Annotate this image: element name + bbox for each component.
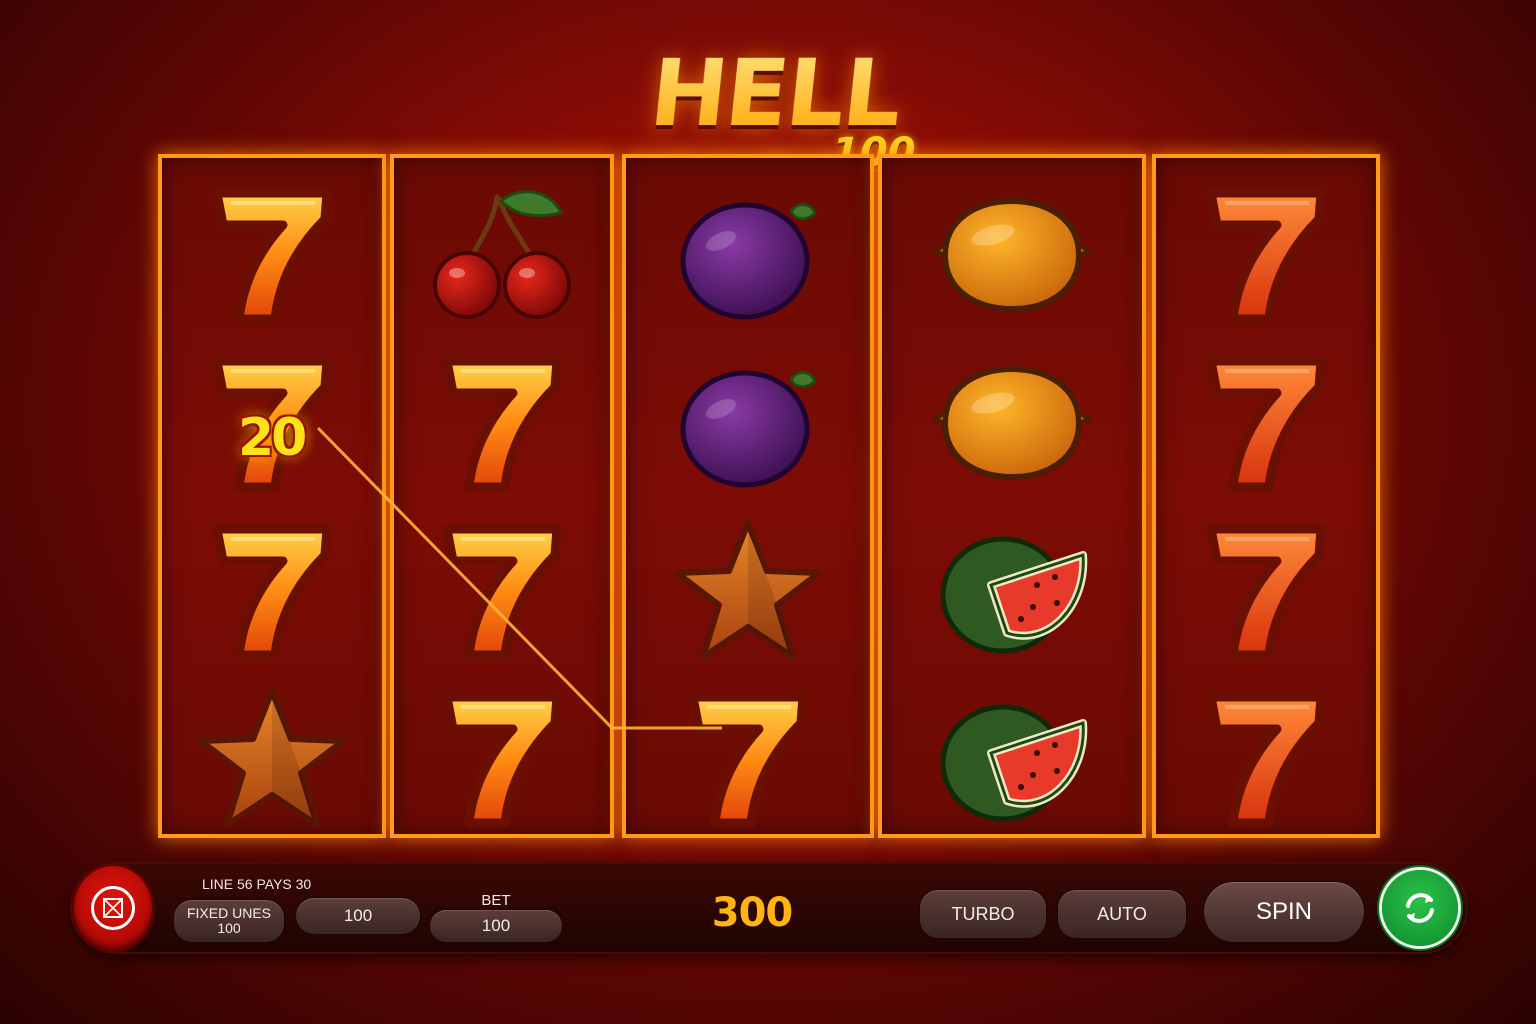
seven-fire-icon	[197, 179, 347, 329]
seven-red-icon	[1191, 347, 1341, 497]
reel-cell	[162, 674, 382, 842]
lemon-icon	[930, 179, 1094, 329]
fixed-lines-button[interactable]: FIXED UNES 100	[174, 900, 284, 942]
seven-red-icon	[1191, 179, 1341, 329]
fixed-lines-value: 100	[217, 920, 241, 936]
seven-fire-icon	[427, 515, 577, 665]
spin-label: SPIN	[1255, 898, 1312, 925]
reel-cell	[394, 338, 610, 506]
seven-fire-icon	[673, 683, 823, 833]
reel-1	[158, 154, 386, 838]
seven-fire-icon	[427, 347, 577, 497]
lines-value-field[interactable]: 100	[296, 898, 420, 934]
reel-2	[390, 154, 614, 838]
auto-button[interactable]: AUTO	[1058, 890, 1186, 938]
spin-button[interactable]: SPIN	[1204, 882, 1364, 942]
plum-icon	[673, 179, 823, 329]
seven-red-icon	[1191, 515, 1341, 665]
reel-cell	[394, 170, 610, 338]
stop-icon	[91, 886, 135, 930]
reel-cell	[626, 674, 870, 842]
reel-cell	[162, 170, 382, 338]
stop-button[interactable]	[74, 866, 152, 950]
star-icon	[197, 683, 347, 833]
reel-cell	[626, 170, 870, 338]
reel-5	[1152, 154, 1380, 838]
watermelon-icon	[937, 683, 1088, 833]
bet-label: BET	[481, 892, 511, 909]
star-icon	[673, 515, 823, 665]
seven-red-icon	[1191, 683, 1341, 833]
reel-4	[878, 154, 1146, 838]
reel-3	[622, 154, 874, 838]
reel-cell	[882, 674, 1142, 842]
lemon-icon	[930, 347, 1094, 497]
seven-fire-icon	[427, 683, 577, 833]
reel-cell	[394, 506, 610, 674]
refresh-icon	[1406, 893, 1434, 923]
seven-fire-icon	[197, 515, 347, 665]
win-amount: 300	[711, 890, 794, 936]
lines-value: 100	[343, 906, 373, 925]
plum-icon	[673, 347, 823, 497]
turbo-label: TURBO	[951, 903, 1015, 924]
watermelon-icon	[937, 515, 1088, 665]
reel-cell	[1156, 506, 1376, 674]
reel-cell	[882, 170, 1142, 338]
bet-value: 100	[481, 916, 511, 935]
reel-cell	[162, 506, 382, 674]
cherry-icon	[427, 179, 577, 329]
reel-cell	[626, 338, 870, 506]
reel-cell	[1156, 674, 1376, 842]
turbo-button[interactable]: TURBO	[920, 890, 1046, 938]
line-info-text: LINE 56 PAYS 30	[202, 876, 312, 892]
reel-cell	[882, 338, 1142, 506]
reel-cell	[394, 674, 610, 842]
reel-cell	[1156, 338, 1376, 506]
reel-grid	[158, 154, 1380, 838]
fixed-lines-label: FIXED UNES	[186, 905, 271, 921]
reel-cell	[1156, 170, 1376, 338]
auto-label: AUTO	[1097, 903, 1147, 924]
win-badge: 20	[238, 408, 307, 468]
bet-field[interactable]: 100	[430, 910, 562, 942]
refresh-button[interactable]	[1382, 870, 1458, 946]
reel-cell	[626, 506, 870, 674]
reel-cell	[882, 506, 1142, 674]
